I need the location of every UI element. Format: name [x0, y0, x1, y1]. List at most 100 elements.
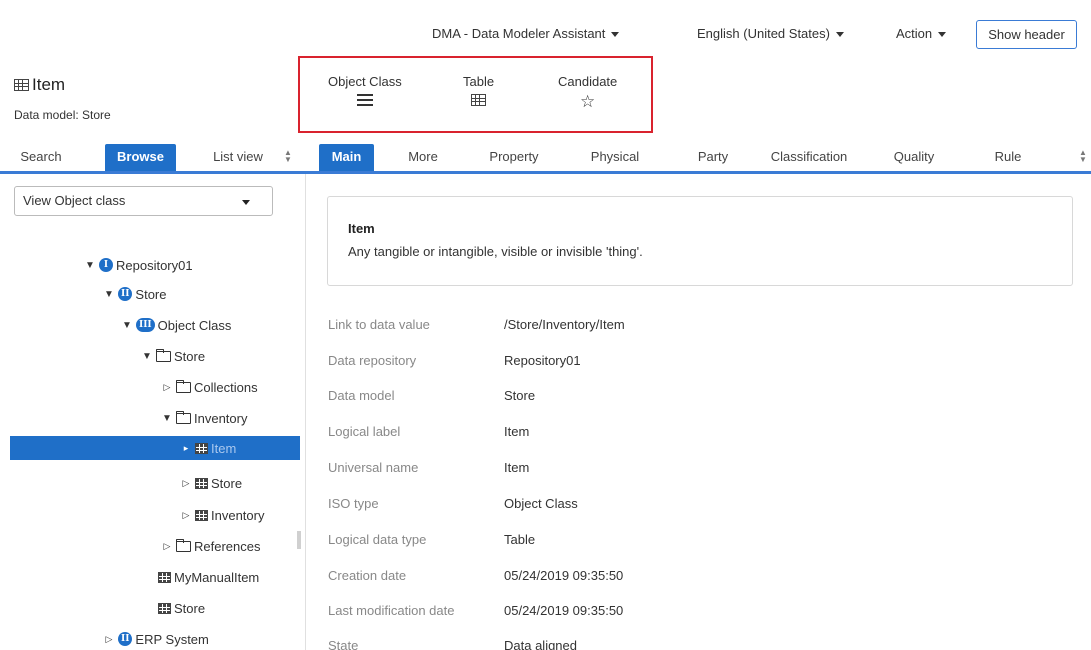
tab-list-view[interactable]: List view	[204, 147, 272, 171]
view-type-candidate[interactable]: Candidate ☆	[558, 74, 617, 110]
tree-node-object-class[interactable]: ▼ III Object Class	[121, 313, 231, 337]
app-menu[interactable]: DMA - Data Modeler Assistant	[432, 26, 620, 41]
level-badge-icon: II	[118, 287, 133, 301]
tab-search[interactable]: Search	[14, 147, 68, 171]
panel-divider	[305, 174, 306, 650]
table-icon	[195, 477, 208, 489]
chevron-down-icon	[835, 31, 844, 37]
action-menu[interactable]: Action	[896, 26, 947, 41]
tree-node-store-folder[interactable]: ▼ Store	[141, 344, 205, 368]
folder-icon	[176, 379, 191, 393]
folder-icon	[176, 410, 191, 424]
language-menu-label: English (United States)	[697, 26, 830, 41]
table-icon	[195, 509, 208, 521]
tab-browse[interactable]: Browse	[105, 144, 176, 171]
tab-classification[interactable]: Classification	[758, 147, 860, 171]
tree-node-label: References	[194, 538, 261, 554]
tree-node-label: Inventory	[194, 410, 248, 426]
language-menu[interactable]: English (United States)	[697, 26, 844, 41]
expand-toggle-icon[interactable]: ▷	[180, 510, 192, 521]
expand-toggle-icon[interactable]: ▷	[103, 634, 115, 645]
property-label: Data repository	[328, 353, 417, 368]
description-title: Item	[348, 221, 375, 236]
property-label: Logical label	[328, 424, 401, 439]
expand-toggle-icon[interactable]: ▼	[84, 260, 96, 271]
property-label: Link to data value	[328, 317, 430, 332]
tree-node-label: Object Class	[157, 317, 232, 333]
data-model-label: Data model: Store	[14, 108, 111, 122]
page-title: Item	[14, 75, 65, 95]
tree-node-label: Store	[174, 600, 206, 616]
property-label: Universal name	[328, 460, 419, 475]
property-label: State	[328, 638, 359, 650]
top-bar: DMA - Data Modeler Assistant English (Un…	[0, 0, 1091, 62]
view-type-object-class[interactable]: Object Class	[328, 74, 402, 106]
folder-icon	[156, 348, 171, 362]
chevron-down-icon	[611, 31, 620, 37]
tree-node-inventory-folder[interactable]: ▼ Inventory	[161, 406, 247, 430]
expand-toggle-icon[interactable]: ▸	[180, 443, 192, 454]
tree-node-item[interactable]: ▸ Item	[10, 436, 300, 460]
property-value: Repository01	[504, 353, 581, 368]
view-select-dropdown[interactable]: View Object class	[14, 186, 273, 216]
tree-node-store-model[interactable]: ▼ II Store	[103, 282, 166, 306]
tree-node-collections[interactable]: ▷ Collections	[161, 375, 258, 399]
tab-quality[interactable]: Quality	[887, 147, 941, 171]
tab-physical[interactable]: Physical	[580, 147, 650, 171]
expand-toggle-icon[interactable]: ▼	[141, 351, 153, 362]
property-value: Data aligned	[504, 638, 577, 650]
tree-node-erp-system[interactable]: ▷ II ERP System	[103, 627, 209, 650]
view-type-selector: Object Class Table Candidate ☆	[298, 56, 653, 133]
tree-node-repository01[interactable]: ▼ I Repository01	[84, 253, 193, 277]
tab-more[interactable]: More	[398, 147, 448, 171]
tab-main[interactable]: Main	[319, 144, 374, 171]
expand-toggle-icon[interactable]: ▷	[161, 382, 173, 393]
table-icon	[158, 571, 171, 583]
view-select-value: View Object class	[23, 193, 126, 208]
property-value: Item	[504, 424, 530, 439]
show-header-button[interactable]: Show header	[976, 20, 1077, 49]
tree-node-label: MyManualItem	[174, 569, 260, 585]
tree-node-mymanualitem[interactable]: MyManualItem	[158, 565, 259, 589]
tree-node-inventory-table[interactable]: ▷ Inventory	[180, 503, 265, 527]
tree-node-references[interactable]: ▷ References	[161, 534, 260, 558]
property-value: 05/24/2019 09:35:50	[504, 568, 624, 583]
table-icon	[14, 79, 29, 91]
app-menu-label: DMA - Data Modeler Assistant	[432, 26, 606, 41]
level-badge-icon: II	[118, 632, 133, 646]
level-badge-icon: I	[99, 258, 113, 272]
expand-toggle-icon[interactable]: ▷	[161, 541, 173, 552]
description-text: Any tangible or intangible, visible or i…	[348, 244, 643, 259]
property-label: Last modification date	[328, 603, 455, 618]
tree-node-label: Repository01	[116, 257, 193, 273]
view-type-label: Candidate	[558, 74, 618, 89]
tab-property[interactable]: Property	[478, 147, 550, 171]
tab-rule[interactable]: Rule	[983, 147, 1033, 171]
tree-node-store-table-2[interactable]: Store	[158, 596, 205, 620]
action-menu-label: Action	[896, 26, 933, 41]
tree-node-label: Store	[174, 348, 206, 364]
property-label: Logical data type	[328, 532, 427, 547]
property-value: /Store/Inventory/Item	[504, 317, 625, 332]
property-value: 05/24/2019 09:35:50	[504, 603, 624, 618]
tree-node-label: Inventory	[211, 507, 265, 523]
folder-icon	[176, 538, 191, 552]
tab-scroll-spinner[interactable]: ▲ ▼	[1079, 149, 1087, 165]
property-label: Creation date	[328, 568, 407, 583]
property-value: Table	[504, 532, 536, 547]
tree-node-store-table[interactable]: ▷ Store	[180, 471, 243, 495]
expand-toggle-icon[interactable]: ▷	[180, 478, 192, 489]
tab-scroll-spinner[interactable]: ▲ ▼	[284, 149, 292, 165]
panel-resize-handle[interactable]	[297, 531, 301, 549]
expand-toggle-icon[interactable]: ▼	[161, 413, 173, 424]
chevron-down-icon	[242, 200, 250, 205]
property-label: Data model	[328, 388, 395, 403]
tab-party[interactable]: Party	[688, 147, 738, 171]
expand-toggle-icon[interactable]: ▼	[121, 320, 133, 331]
expand-toggle-icon[interactable]: ▼	[103, 289, 115, 300]
tab-bar: Search Browse List view ▲ ▼ Main More Pro…	[0, 140, 1091, 174]
tree-node-label: Store	[211, 475, 243, 491]
view-type-table[interactable]: Table	[463, 74, 494, 106]
tree-node-label: Item	[211, 440, 237, 456]
list-icon	[356, 94, 373, 106]
